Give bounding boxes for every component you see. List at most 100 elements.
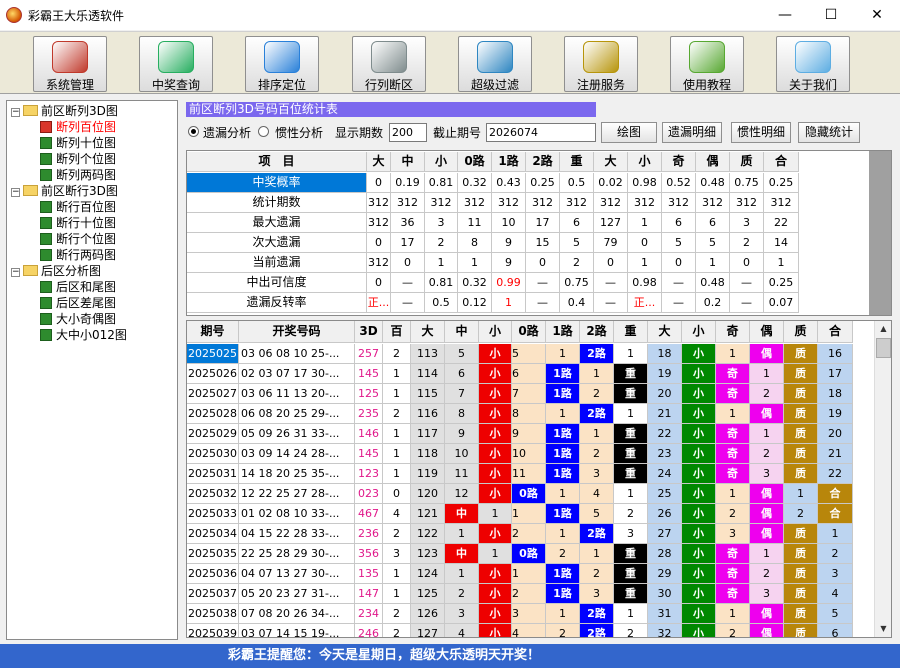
toolbar-button-4[interactable]: 行列断区 [352, 36, 426, 92]
collapse-icon[interactable]: − [11, 108, 20, 117]
trend-cell: 1 [546, 404, 580, 424]
trend-cell: 偶 [750, 404, 784, 424]
trend-cell: 125 [411, 584, 445, 604]
stats-cell: 0 [367, 273, 391, 293]
trend-cell: 质 [784, 544, 818, 564]
tree-item[interactable]: 断列两码图 [40, 167, 116, 183]
d3-cell: 257 [355, 344, 383, 364]
trend-cell: 偶 [750, 624, 784, 637]
tree-item[interactable]: 大中小012图 [40, 327, 127, 343]
stats-cell: 0.4 [560, 293, 594, 313]
grid-header-cell: 小 [682, 321, 716, 343]
trend-cell: 重 [614, 584, 648, 604]
tree-folder[interactable]: − 后区分析图 [11, 263, 101, 279]
toolbar-button-1[interactable]: 系统管理 [33, 36, 107, 92]
tree-item[interactable]: 大小奇偶图 [40, 311, 116, 327]
grid-header-cell: 重 [614, 321, 648, 343]
tree-item[interactable]: 断行两码图 [40, 247, 116, 263]
tree-folder[interactable]: − 前区断行3D图 [11, 183, 118, 199]
trend-cell: 1路 [546, 504, 580, 524]
tree-label: 后区和尾图 [56, 280, 117, 294]
miss-detail-button[interactable]: 遗漏明细 [662, 122, 722, 143]
toolbar-button-6[interactable]: 注册服务 [564, 36, 638, 92]
stats-cell: 312 [458, 193, 492, 213]
tree-item[interactable]: 断行个位图 [40, 231, 116, 247]
tree-item[interactable]: 断列十位图 [40, 135, 116, 151]
trend-cell: 偶 [750, 524, 784, 544]
trend-cell: 0路 [512, 484, 546, 504]
toolbar-button-label: 使用教程 [682, 78, 731, 92]
tree-item[interactable]: 断行十位图 [40, 215, 116, 231]
trend-cell: 小 [682, 524, 716, 544]
toolbar-button-2[interactable]: 中奖查询 [139, 36, 213, 92]
chart-leaf-icon [40, 313, 52, 325]
toolbar-button-7[interactable]: 使用教程 [670, 36, 744, 92]
stats-cell: 312 [662, 193, 696, 213]
stats-cell: 10 [492, 213, 526, 233]
stats-cell: 0.98 [628, 173, 662, 193]
d3-cell: 135 [355, 564, 383, 584]
stats-cell: 1 [764, 253, 799, 273]
hundreds-cell: 1 [383, 424, 411, 444]
mode-miss-radio[interactable] [188, 126, 199, 137]
scroll-up-icon[interactable]: ▲ [875, 321, 892, 337]
trend-cell: 7 [512, 384, 546, 404]
scroll-down-icon[interactable]: ▼ [875, 621, 892, 637]
hide-stats-button[interactable]: 隐藏统计 [798, 122, 860, 143]
numbers-cell: 05 09 26 31 33-... [239, 424, 355, 444]
d3-cell: 467 [355, 504, 383, 524]
stats-cell: — [730, 293, 764, 313]
tree-item[interactable]: 断列百位图 [40, 119, 116, 135]
stats-row-label: 当前遗漏 [187, 253, 367, 273]
stats-cell: 1 [458, 253, 492, 273]
trend-cell: 4 [818, 584, 853, 604]
tree-item[interactable]: 断列个位图 [40, 151, 116, 167]
stats-header-cell: 0路 [458, 152, 492, 172]
minimize-button[interactable]: — [762, 0, 808, 30]
toolbar-button-8[interactable]: 关于我们 [776, 36, 850, 92]
notepad-icon [371, 41, 407, 73]
trend-cell: 奇 [716, 584, 750, 604]
maximize-button[interactable]: ☐ [808, 0, 854, 30]
stats-header-cell: 项 目 [187, 152, 367, 172]
trend-cell: 小 [479, 364, 512, 384]
tree-label: 断列个位图 [56, 152, 117, 166]
d3-cell: 145 [355, 364, 383, 384]
close-button[interactable]: ✕ [854, 0, 900, 30]
trend-cell: 1路 [546, 444, 580, 464]
trend-cell: 2路 [580, 344, 614, 364]
stats-cell: 312 [594, 193, 628, 213]
chart-leaf-icon [40, 201, 52, 213]
end-issue-input[interactable]: 2026074 [486, 123, 596, 142]
mode-inertia-radio[interactable] [258, 126, 269, 137]
trend-cell: 22 [648, 424, 682, 444]
grid-header-cell: 3D [355, 321, 383, 343]
hundreds-cell: 2 [383, 524, 411, 544]
trend-cell: 1路 [546, 384, 580, 404]
collapse-icon[interactable]: − [11, 268, 20, 277]
inertia-detail-button[interactable]: 惯性明细 [731, 122, 791, 143]
stats-cell: 17 [391, 233, 425, 253]
scroll-thumb[interactable] [876, 338, 891, 358]
grid-scrollbar[interactable]: ▲ ▼ [874, 321, 891, 637]
trend-cell: 小 [479, 424, 512, 444]
plot-button[interactable]: 绘图 [601, 122, 657, 143]
periods-input[interactable]: 200 [389, 123, 427, 142]
folder-icon [23, 105, 38, 116]
toolbar-button-3[interactable]: 排序定位 [245, 36, 319, 92]
toolbar-button-5[interactable]: 超级过滤 [458, 36, 532, 92]
trend-cell: 24 [648, 464, 682, 484]
tree-item[interactable]: 后区和尾图 [40, 279, 116, 295]
grid-header-cell: 质 [784, 321, 818, 343]
tree-item[interactable]: 断行百位图 [40, 199, 116, 215]
stats-cell: 0.25 [764, 173, 799, 193]
stats-cell: 0.43 [492, 173, 526, 193]
tree-label: 断行两码图 [56, 248, 117, 262]
trend-cell: 1 [512, 564, 546, 584]
tree-folder[interactable]: − 前区断列3D图 [11, 103, 118, 119]
tree-item[interactable]: 后区差尾图 [40, 295, 116, 311]
numbers-cell: 04 15 22 28 33-... [239, 524, 355, 544]
hundreds-cell: 3 [383, 544, 411, 564]
trend-cell: 8 [445, 404, 479, 424]
collapse-icon[interactable]: − [11, 188, 20, 197]
